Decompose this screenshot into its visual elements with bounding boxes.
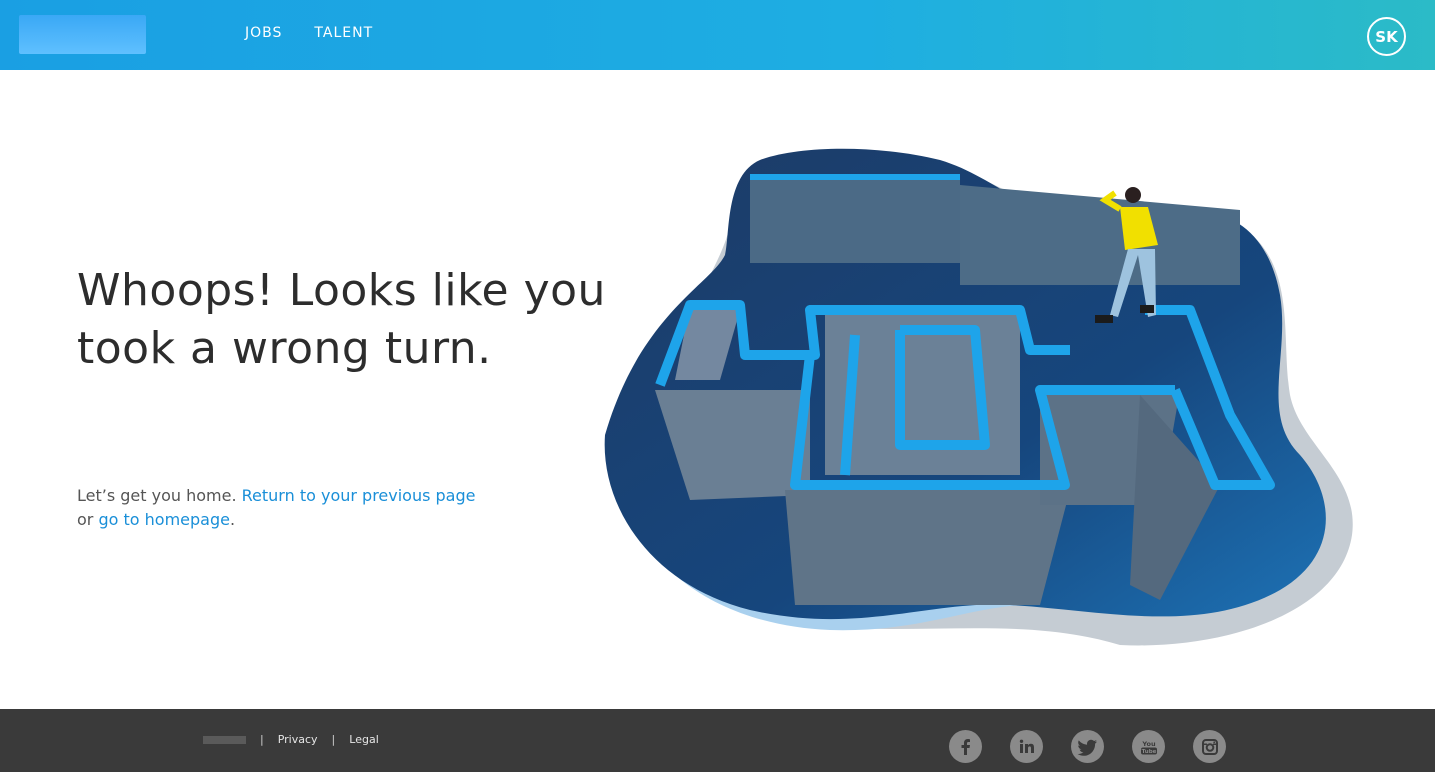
- nav-jobs[interactable]: JOBS: [245, 24, 282, 42]
- top-header: JOBS TALENT SK: [0, 0, 1435, 70]
- page-footer: | Privacy | Legal You Tube: [0, 709, 1435, 772]
- company-logo[interactable]: [19, 15, 146, 54]
- privacy-link[interactable]: Privacy: [278, 733, 318, 746]
- facebook-icon[interactable]: [949, 730, 982, 763]
- footer-links: | Privacy | Legal: [203, 733, 379, 746]
- instagram-icon[interactable]: [1193, 730, 1226, 763]
- main-nav: JOBS TALENT: [245, 24, 405, 42]
- period-text: .: [229, 510, 236, 529]
- homepage-link[interactable]: go to homepage: [98, 510, 230, 529]
- help-text: Let’s get you home. Return to your previ…: [77, 484, 517, 532]
- error-headline: Whoops! Looks like you took a wrong turn…: [77, 265, 606, 374]
- twitter-icon[interactable]: [1071, 730, 1104, 763]
- return-previous-link[interactable]: Return to your previous page: [242, 486, 476, 505]
- youtube-tube-label: Tube: [1141, 749, 1156, 755]
- user-avatar[interactable]: SK: [1367, 17, 1406, 56]
- or-text: or: [77, 510, 99, 529]
- linkedin-icon[interactable]: [1010, 730, 1043, 763]
- footer-separator: |: [331, 733, 336, 746]
- social-links: You Tube: [949, 730, 1226, 763]
- youtube-you-label: You: [1141, 740, 1156, 748]
- footer-copyright: [203, 735, 246, 744]
- maze-illustration: [604, 148, 1353, 646]
- help-prefix: Let’s get you home.: [77, 486, 242, 505]
- nav-talent[interactable]: TALENT: [314, 24, 373, 42]
- footer-separator: |: [260, 733, 264, 746]
- legal-link[interactable]: Legal: [349, 733, 378, 746]
- youtube-icon[interactable]: You Tube: [1132, 730, 1165, 763]
